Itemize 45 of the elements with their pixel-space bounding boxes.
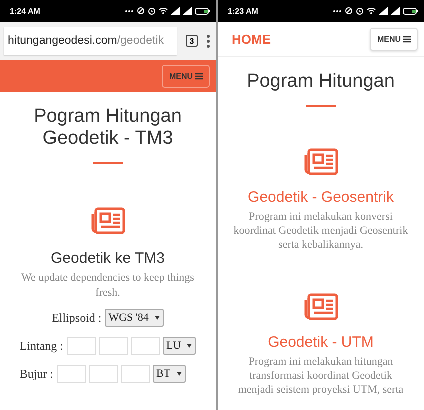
card-description: Program ini melakukan konversi koordinat Geodetik menjadi Geosentrik serta kebalikannya. bbox=[232, 210, 410, 252]
menu-icon bbox=[195, 72, 203, 80]
page-title: Pogram Hitungan bbox=[247, 71, 395, 93]
section-title: Geodetik ke TM3 bbox=[51, 250, 165, 267]
input-field[interactable] bbox=[88, 365, 118, 383]
card-title: Geodetik - Geosentrik bbox=[248, 189, 394, 206]
url-field[interactable]: hitungangeodesi.com/geodetik bbox=[4, 27, 177, 55]
input-field[interactable] bbox=[98, 337, 128, 355]
section-subtitle: We update dependencies to keep things fresh. bbox=[20, 271, 196, 301]
alarm-icon bbox=[356, 7, 364, 15]
status-time: 1:23 AM bbox=[228, 6, 258, 16]
direction-dropdown[interactable]: LU bbox=[162, 337, 196, 355]
input-field[interactable] bbox=[130, 337, 160, 355]
card-description: Program ini melakukan hitungan transformasi koordinat Geodetik menjadi seistem proyeksi UTM, serta bbox=[237, 355, 405, 397]
field-label: Lintang : bbox=[20, 338, 64, 354]
menu-button[interactable]: MENU bbox=[370, 28, 418, 50]
blocked-icon bbox=[137, 7, 145, 15]
dropdown-caret-icon bbox=[176, 372, 182, 376]
field-label: Bujur : bbox=[20, 366, 54, 382]
menu-button[interactable]: MENU bbox=[162, 64, 210, 88]
alarm-icon bbox=[148, 7, 156, 15]
tab-count-button[interactable]: 3 bbox=[186, 35, 198, 47]
page-title: Pogram Hitungan Geodetik - TM3 bbox=[33, 106, 183, 150]
menu-icon bbox=[403, 36, 411, 42]
dropdown-caret-icon bbox=[187, 344, 192, 348]
more-dots-icon bbox=[333, 10, 342, 12]
blocked-icon bbox=[345, 7, 353, 15]
field-label: Ellipsoid : bbox=[52, 310, 102, 326]
battery-icon bbox=[195, 8, 211, 14]
status-time: 1:24 AM bbox=[10, 6, 40, 16]
newspaper-icon bbox=[90, 206, 126, 236]
more-dots-icon bbox=[125, 10, 134, 12]
wifi-icon bbox=[159, 7, 168, 15]
more-options-icon[interactable] bbox=[207, 34, 210, 48]
card-title: Geodetik - UTM bbox=[268, 334, 374, 351]
input-field[interactable] bbox=[120, 365, 150, 383]
newspaper-icon bbox=[303, 147, 339, 177]
direction-dropdown[interactable]: BT bbox=[152, 365, 186, 383]
dropdown-caret-icon bbox=[154, 316, 160, 320]
wifi-icon bbox=[367, 7, 376, 15]
input-field[interactable] bbox=[66, 337, 96, 355]
ellipsoid-dropdown[interactable]: WGS '84 bbox=[104, 309, 164, 327]
battery-icon bbox=[403, 8, 419, 14]
input-field[interactable] bbox=[56, 365, 86, 383]
newspaper-icon bbox=[303, 292, 339, 322]
